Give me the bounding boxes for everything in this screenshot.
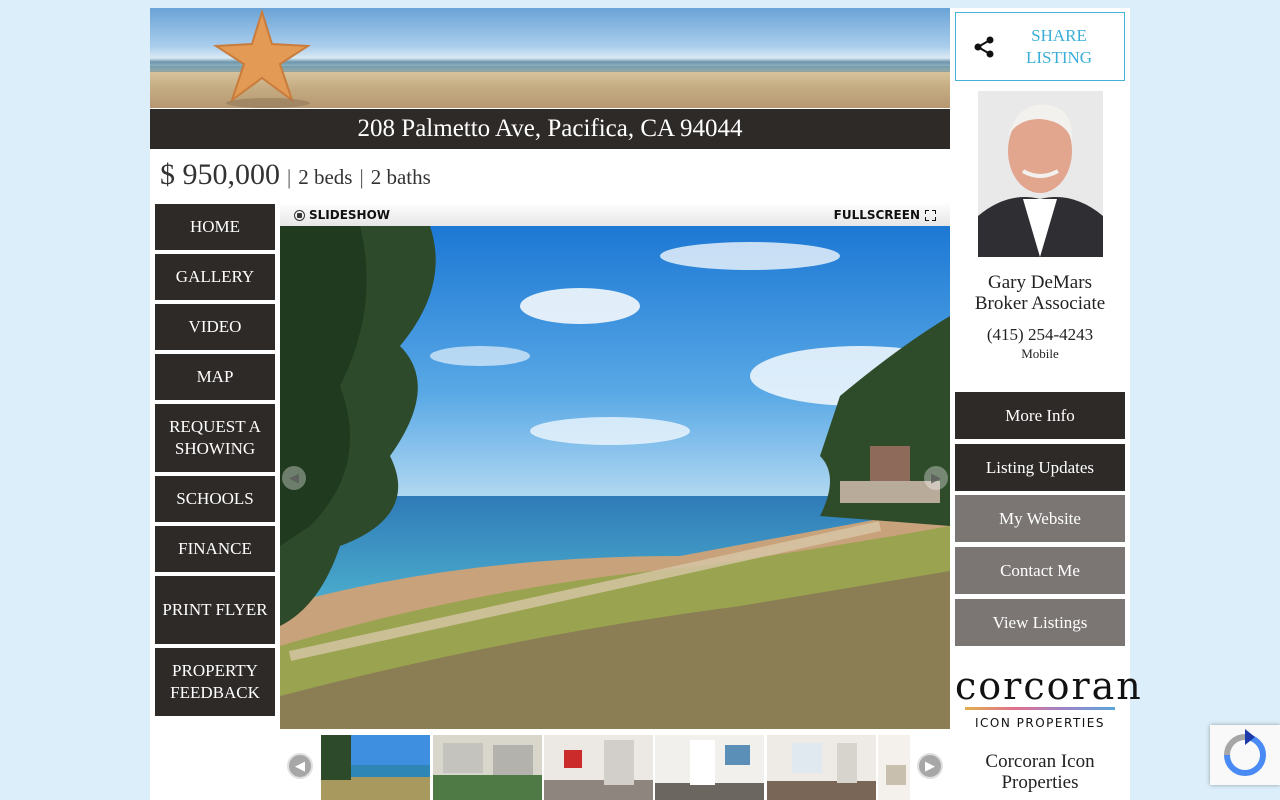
nav-property-feedback[interactable]: PROPERTY FEEDBACK — [155, 648, 275, 716]
thumbnail[interactable] — [878, 735, 910, 800]
nav-print-flyer[interactable]: PRINT FLYER — [155, 576, 275, 644]
expand-icon — [925, 209, 936, 221]
recaptcha-badge[interactable] — [1210, 725, 1280, 785]
recaptcha-icon — [1224, 729, 1266, 776]
main-photo[interactable] — [280, 226, 950, 729]
listing-updates-button[interactable]: Listing Updates — [955, 444, 1125, 491]
nav-request-showing[interactable]: REQUEST A SHOWING — [155, 404, 275, 472]
thumbnail[interactable] — [544, 735, 653, 800]
fullscreen-button[interactable]: FULLSCREEN — [834, 208, 936, 222]
chevron-left-icon: ◀ — [289, 470, 299, 486]
thumbnail[interactable] — [767, 735, 876, 800]
agent-name-block: Gary DeMars Broker Associate — [955, 272, 1125, 314]
thumbs-next-button[interactable]: ▶ — [917, 753, 943, 779]
nav-video[interactable]: VIDEO — [155, 304, 275, 350]
record-icon — [294, 209, 305, 221]
share-icon — [964, 35, 1004, 59]
thumbnail[interactable] — [655, 735, 764, 800]
nav-schools[interactable]: SCHOOLS — [155, 476, 275, 522]
brokerage-logo: corcoran ICON PROPERTIES — [955, 664, 1143, 730]
nav-finance[interactable]: FINANCE — [155, 526, 275, 572]
listing-address: 208 Palmetto Ave, Pacifica, CA 94044 — [150, 109, 950, 149]
thumbnail-image — [544, 735, 653, 800]
thumbnail-image — [655, 735, 764, 800]
ocean-view-photo — [280, 226, 950, 729]
thumbnail[interactable] — [433, 735, 542, 800]
thumbnail-image — [767, 735, 876, 800]
beds-count: 2 beds — [298, 165, 353, 189]
fullscreen-label: FULLSCREEN — [833, 208, 920, 222]
listing-page: 208 Palmetto Ave, Pacifica, CA 94044 $ 9… — [150, 8, 1143, 800]
thumbnail-image — [878, 735, 910, 800]
separator: | — [359, 165, 364, 189]
next-photo-button[interactable]: ▶ — [924, 466, 948, 490]
viewer-toolbar: SLIDESHOW FULLSCREEN — [280, 204, 950, 226]
agent-phone[interactable]: (415) 254-4243 — [955, 325, 1125, 345]
price-line: $ 950,000 | 2 beds | 2 baths — [160, 158, 431, 198]
slideshow-label: SLIDESHOW — [309, 208, 391, 222]
thumbnail-image — [321, 735, 430, 800]
share-listing-button[interactable]: SHARE LISTING — [955, 12, 1125, 81]
agent-phone-label: Mobile — [1021, 346, 1059, 361]
view-listings-button[interactable]: View Listings — [955, 599, 1125, 646]
thumbnail-image — [433, 735, 542, 800]
starfish-image — [150, 8, 950, 108]
thumbnail[interactable] — [321, 735, 430, 800]
brokerage-logo-text: corcoran — [955, 664, 1143, 708]
separator: | — [287, 165, 292, 189]
nav-home[interactable]: HOME — [155, 204, 275, 250]
baths-count: 2 baths — [370, 165, 431, 189]
photo-viewer: SLIDESHOW FULLSCREEN ◀ ▶ — [280, 204, 950, 729]
chevron-right-icon: ▶ — [931, 470, 941, 486]
prev-photo-button[interactable]: ◀ — [282, 466, 306, 490]
agent-name: Gary DeMars — [988, 272, 1092, 293]
share-label: SHARE LISTING — [1025, 25, 1093, 67]
brokerage-logo-sub: ICON PROPERTIES — [974, 716, 1106, 730]
agent-photo — [978, 91, 1103, 257]
thumbs-prev-button[interactable]: ◀ — [287, 753, 313, 779]
chevron-left-icon: ◀ — [295, 758, 305, 774]
nav-gallery[interactable]: GALLERY — [155, 254, 275, 300]
thumbnail-strip: ◀ ▶ — [280, 735, 950, 800]
my-website-button[interactable]: My Website — [955, 495, 1125, 542]
beach-banner — [150, 8, 950, 108]
contact-me-button[interactable]: Contact Me — [955, 547, 1125, 594]
listing-nav: HOME GALLERY VIDEO MAP REQUEST A SHOWING… — [155, 204, 275, 720]
slideshow-button[interactable]: SLIDESHOW — [294, 208, 390, 222]
agent-title: Broker Associate — [974, 293, 1106, 314]
chevron-right-icon: ▶ — [925, 758, 935, 774]
nav-map[interactable]: MAP — [155, 354, 275, 400]
more-info-button[interactable]: More Info — [955, 392, 1125, 439]
brokerage-name: Corcoran Icon Properties — [985, 751, 1095, 793]
listing-price: $ 950,000 — [160, 158, 280, 191]
